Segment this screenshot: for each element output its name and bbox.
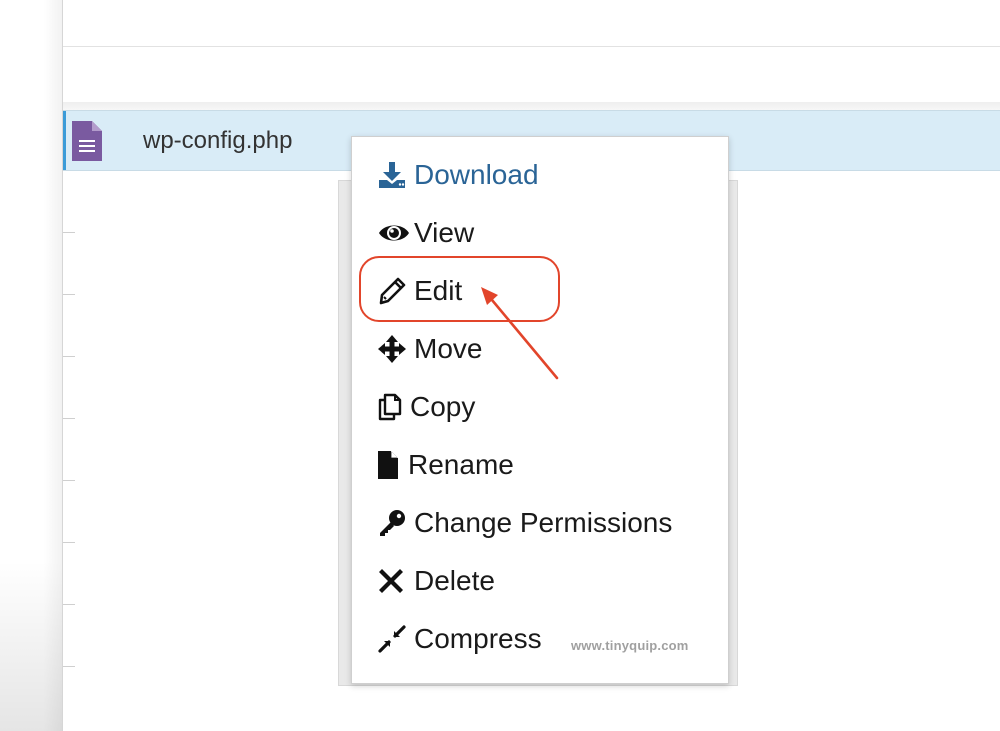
close-x-icon bbox=[378, 565, 410, 597]
document-icon bbox=[72, 121, 102, 161]
menu-item-label: Copy bbox=[410, 391, 476, 422]
menu-item-label: Compress bbox=[414, 623, 542, 654]
menu-item-delete[interactable]: Delete bbox=[378, 561, 495, 601]
menu-item-change-permissions[interactable]: Change Permissions bbox=[378, 503, 672, 543]
context-menu: Download View Edit Move Copy Rename Chan… bbox=[351, 136, 729, 684]
download-icon bbox=[378, 159, 410, 191]
row-separator-band bbox=[63, 102, 1000, 110]
menu-item-download[interactable]: Download bbox=[378, 155, 539, 195]
annotation-arrow-icon bbox=[481, 287, 559, 380]
menu-item-view[interactable]: View bbox=[378, 213, 474, 253]
compress-icon bbox=[378, 623, 410, 655]
menu-item-label: Delete bbox=[414, 565, 495, 596]
menu-item-move[interactable]: Move bbox=[378, 329, 482, 369]
menu-item-copy[interactable]: Copy bbox=[378, 387, 475, 427]
menu-item-label: Rename bbox=[408, 449, 514, 480]
row-divider bbox=[63, 46, 1000, 47]
key-icon bbox=[378, 507, 410, 539]
menu-item-label: View bbox=[414, 217, 475, 248]
file-icon bbox=[378, 449, 404, 481]
watermark: www.tinyquip.com bbox=[571, 638, 689, 653]
eye-icon bbox=[378, 217, 410, 249]
copy-icon bbox=[378, 391, 406, 423]
selection-accent bbox=[63, 111, 66, 170]
file-name: wp-config.php bbox=[143, 127, 293, 154]
menu-item-label: Download bbox=[414, 159, 539, 190]
left-pane-shadow bbox=[0, 560, 62, 731]
file-list-header bbox=[63, 0, 1000, 46]
menu-item-label: Change Permissions bbox=[414, 507, 673, 538]
move-arrows-icon bbox=[378, 333, 410, 365]
menu-item-compress[interactable]: Compress bbox=[378, 619, 542, 659]
menu-item-rename[interactable]: Rename bbox=[378, 445, 514, 485]
